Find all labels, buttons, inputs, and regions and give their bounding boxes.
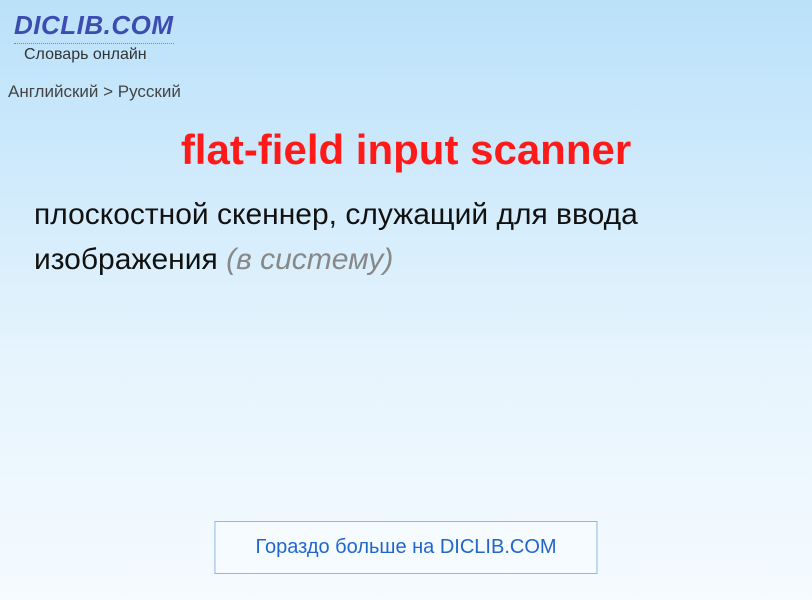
header: DICLIB.COM Словарь онлайн [0, 0, 812, 68]
breadcrumb[interactable]: Английский > Русский [0, 68, 812, 102]
entry-definition: плоскостной скеннер, служащий для ввода … [0, 174, 812, 282]
more-link[interactable]: Гораздо больше на DICLIB.COM [214, 521, 597, 574]
definition-note: (в систему) [226, 243, 393, 276]
site-logo[interactable]: DICLIB.COM [14, 10, 174, 44]
site-tagline: Словарь онлайн [24, 46, 798, 64]
entry-term: flat-field input scanner [0, 126, 812, 174]
